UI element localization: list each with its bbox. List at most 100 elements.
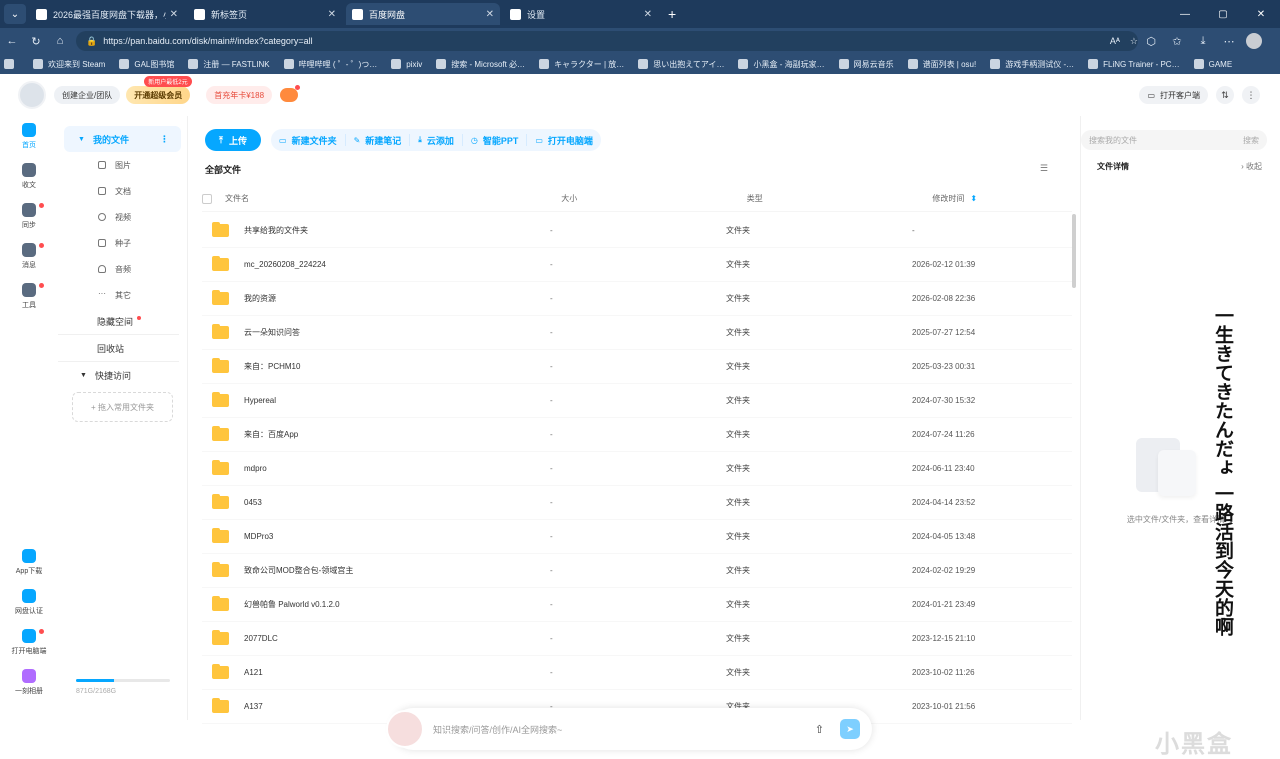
table-row[interactable]: 幻兽帕鲁 Palworld v0.1.2.0 - 文件夹 2024-01-21 23:… [202, 588, 1072, 622]
more-vertical-icon[interactable]: ⋮ [1242, 86, 1260, 104]
column-modified-time[interactable]: 修改时间 ⬍ [932, 193, 1072, 204]
bookmark-item[interactable]: 搜索 - Microsoft 必… [436, 59, 525, 70]
bookmark-item[interactable]: 谱面列表 | osu! [907, 59, 976, 70]
bookmarks-toggle-icon[interactable] [4, 59, 19, 69]
bookmark-item[interactable]: 欢迎来到 Steam [33, 59, 105, 70]
table-row[interactable]: 致命公司MOD整合包-领域宫主 - 文件夹 2024-02-02 19:29 [202, 554, 1072, 588]
table-row[interactable]: A121 - 文件夹 2023-10-02 11:26 [202, 656, 1072, 690]
ai-search-box[interactable]: 知识搜索/问答/创作/AI全网搜索~ ⇧ ➤ [386, 708, 872, 750]
sidebar-item-quick-access[interactable]: ▼ 快捷访问 [58, 362, 187, 388]
sidebar-item-hidden-space[interactable]: 隐藏空间 [58, 308, 179, 335]
bookmark-item[interactable]: 哔哩哔哩 ( ゜- ゜)つ… [283, 59, 377, 70]
close-icon[interactable]: ✕ [486, 9, 494, 20]
new-note-button[interactable]: ✎ 新建笔记 [344, 134, 410, 146]
sidebar-item-recycle-bin[interactable]: 回收站 [58, 335, 179, 362]
file-name[interactable]: 共享给我的文件夹 [244, 225, 540, 236]
file-name[interactable]: 幻兽帕鲁 Palworld v0.1.2.0 [244, 599, 540, 610]
file-name[interactable]: MDPro3 [244, 532, 540, 541]
cloud-add-button[interactable]: ⤓ 云添加 [409, 134, 462, 146]
table-row[interactable]: 云一朵知识问答 - 文件夹 2025-07-27 12:54 [202, 316, 1072, 350]
send-icon[interactable]: ➤ [840, 719, 860, 739]
close-icon[interactable]: ✕ [644, 9, 652, 20]
file-name[interactable]: 来自：百度App [244, 429, 540, 440]
minimize-icon[interactable]: — [1166, 0, 1204, 28]
rail-item-verify[interactable]: 网盘认证 [0, 582, 58, 622]
table-row[interactable]: 来自：百度App - 文件夹 2024-07-24 11:26 [202, 418, 1072, 452]
upload-arrow-icon[interactable]: ⇧ [815, 723, 824, 736]
sort-desc-icon[interactable]: ⬍ [970, 194, 977, 203]
table-row[interactable]: mdpro - 文件夹 2024-06-11 23:40 [202, 452, 1072, 486]
search-button[interactable]: 搜索 [1243, 135, 1259, 146]
rail-item-album[interactable]: 一刻相册 [0, 662, 58, 702]
table-row[interactable]: MDPro3 - 文件夹 2024-04-05 13:48 [202, 520, 1072, 554]
bookmark-item[interactable]: 网易云音乐 [838, 59, 894, 70]
bookmark-item[interactable]: pixiv [391, 59, 422, 69]
smart-ppt-button[interactable]: ◷ 智能PPT [461, 134, 527, 146]
read-aloud-icon[interactable]: Aᴬ [1110, 36, 1120, 46]
rail-item-home[interactable]: 首页 [0, 116, 58, 156]
sidebar-item-other[interactable]: ··· 其它 [58, 282, 187, 308]
bookmark-item[interactable]: キャラクター | 放… [539, 59, 624, 70]
tab-actions-menu-icon[interactable]: ⌄ [4, 4, 26, 24]
file-name[interactable]: Hypereal [244, 396, 540, 405]
new-tab-plus-icon[interactable]: + [668, 6, 676, 22]
new-folder-button[interactable]: ▭ 新建文件夹 [271, 134, 345, 146]
rail-item-messages[interactable]: 消息 [0, 236, 58, 276]
url-field[interactable]: 🔒 https://pan.baidu.com/disk/main#/index… [76, 31, 1138, 51]
file-name[interactable]: mc_20260208_224224 [244, 260, 540, 269]
file-name[interactable]: 云一朵知识问答 [244, 327, 540, 338]
profile-avatar[interactable] [1246, 33, 1262, 49]
list-scrollbar[interactable] [1072, 214, 1076, 288]
bookmark-item[interactable]: GAME [1193, 59, 1232, 69]
file-name[interactable]: 2077DLC [244, 634, 540, 643]
select-all-checkbox[interactable] [202, 193, 212, 204]
table-row[interactable]: 共享给我的文件夹 - 文件夹 - [202, 214, 1072, 248]
favorites-icon[interactable]: ✩ [1164, 35, 1190, 48]
bookmark-item[interactable]: 思い出抱えてアイ… [638, 59, 724, 70]
rail-item-sync[interactable]: 同步 [0, 196, 58, 236]
table-row[interactable]: mc_20260208_224224 - 文件夹 2026-02-12 01:39 [202, 248, 1072, 282]
rail-item-receive[interactable]: 收文 [0, 156, 58, 196]
view-mode-icon[interactable]: ☰ [1040, 163, 1048, 174]
search-my-files-field[interactable]: 搜索我的文件 搜索 [1081, 130, 1267, 150]
bookmark-item[interactable]: 小黑盒 - 海副玩家… [738, 59, 825, 70]
more-menu-icon[interactable]: ⋯ [1216, 35, 1242, 48]
file-name[interactable]: mdpro [244, 464, 540, 473]
game-controller-icon[interactable] [280, 85, 301, 102]
open-pc-button[interactable]: ▭ 打开电脑端 [526, 134, 601, 146]
back-arrow-icon[interactable]: ← [0, 35, 24, 47]
add-frequent-folder-dropzone[interactable]: + 拖入常用文件夹 [72, 392, 173, 422]
search-input[interactable]: 搜索我的文件 [1089, 135, 1137, 146]
download-icon[interactable]: ⤓ [1190, 35, 1216, 48]
table-row[interactable]: 来自：PCHM10 - 文件夹 2025-03-23 00:31 [202, 350, 1072, 384]
column-name[interactable]: 文件名 [212, 193, 561, 204]
sidebar-item-audio[interactable]: 音频 [58, 256, 187, 282]
refresh-icon[interactable]: ↻ [24, 35, 48, 48]
annual-card-promo-button[interactable]: 首充年卡¥188 [206, 86, 273, 104]
browser-tab[interactable]: 新标签页 ✕ [188, 3, 342, 25]
open-client-button[interactable]: ▭ 打开客户端 [1139, 86, 1208, 104]
close-icon[interactable]: ✕ [328, 9, 336, 20]
breadcrumb[interactable]: 全部文件 [205, 163, 241, 176]
table-row[interactable]: 2077DLC - 文件夹 2023-12-15 21:10 [202, 622, 1072, 656]
browser-tab[interactable]: 2026最强百度网盘下载器，小白式… ✕ [30, 3, 184, 25]
home-icon[interactable]: ⌂ [48, 35, 72, 47]
maximize-icon[interactable]: ▢ [1204, 0, 1242, 28]
browser-tab-active[interactable]: 百度网盘 ✕ [346, 3, 500, 25]
column-type[interactable]: 类型 [747, 193, 933, 204]
table-row[interactable]: 我的资源 - 文件夹 2026-02-08 22:36 [202, 282, 1072, 316]
file-name[interactable]: 来自：PCHM10 [244, 361, 540, 372]
more-vertical-icon[interactable]: ⋮ [160, 134, 169, 145]
favorite-star-icon[interactable]: ☆ [1130, 36, 1138, 47]
sidebar-item-torrents[interactable]: 种子 [58, 230, 187, 256]
collapse-button[interactable]: › 收起 [1241, 161, 1262, 172]
column-size[interactable]: 大小 [561, 193, 747, 204]
open-vip-button[interactable]: 新用户最低2元 开通超级会员 [126, 76, 192, 104]
sidebar-item-videos[interactable]: 视频 [58, 204, 187, 230]
user-avatar[interactable] [18, 81, 46, 109]
bookmark-item[interactable]: 注册 — FASTLINK [188, 59, 270, 70]
bookmark-item[interactable]: FLiNG Trainer - PC… [1088, 59, 1180, 69]
browser-tab[interactable]: 设置 ✕ [504, 3, 658, 25]
rail-item-open-pc[interactable]: 打开电脑端 [0, 622, 58, 662]
rail-item-app-download[interactable]: App下载 [0, 542, 58, 582]
